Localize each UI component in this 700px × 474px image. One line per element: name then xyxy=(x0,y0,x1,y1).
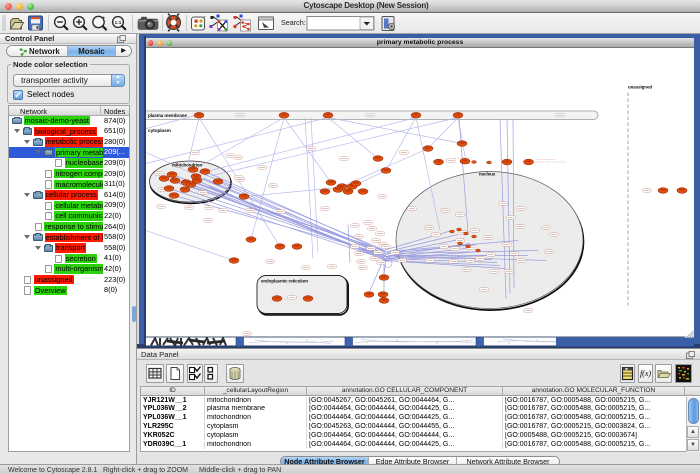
svg-text:1:1: 1:1 xyxy=(115,20,122,25)
svg-text:plasma membrane: plasma membrane xyxy=(148,113,187,118)
svg-text:nucleus: nucleus xyxy=(479,171,496,176)
svg-text:mitochondrion: mitochondrion xyxy=(172,162,203,167)
svg-text:endoplasmic reticulum: endoplasmic reticulum xyxy=(261,278,308,283)
svg-text:Search:: Search: xyxy=(281,18,306,27)
svg-text:unassigned: unassigned xyxy=(628,84,652,89)
svg-text:cytoplasm: cytoplasm xyxy=(148,128,171,134)
